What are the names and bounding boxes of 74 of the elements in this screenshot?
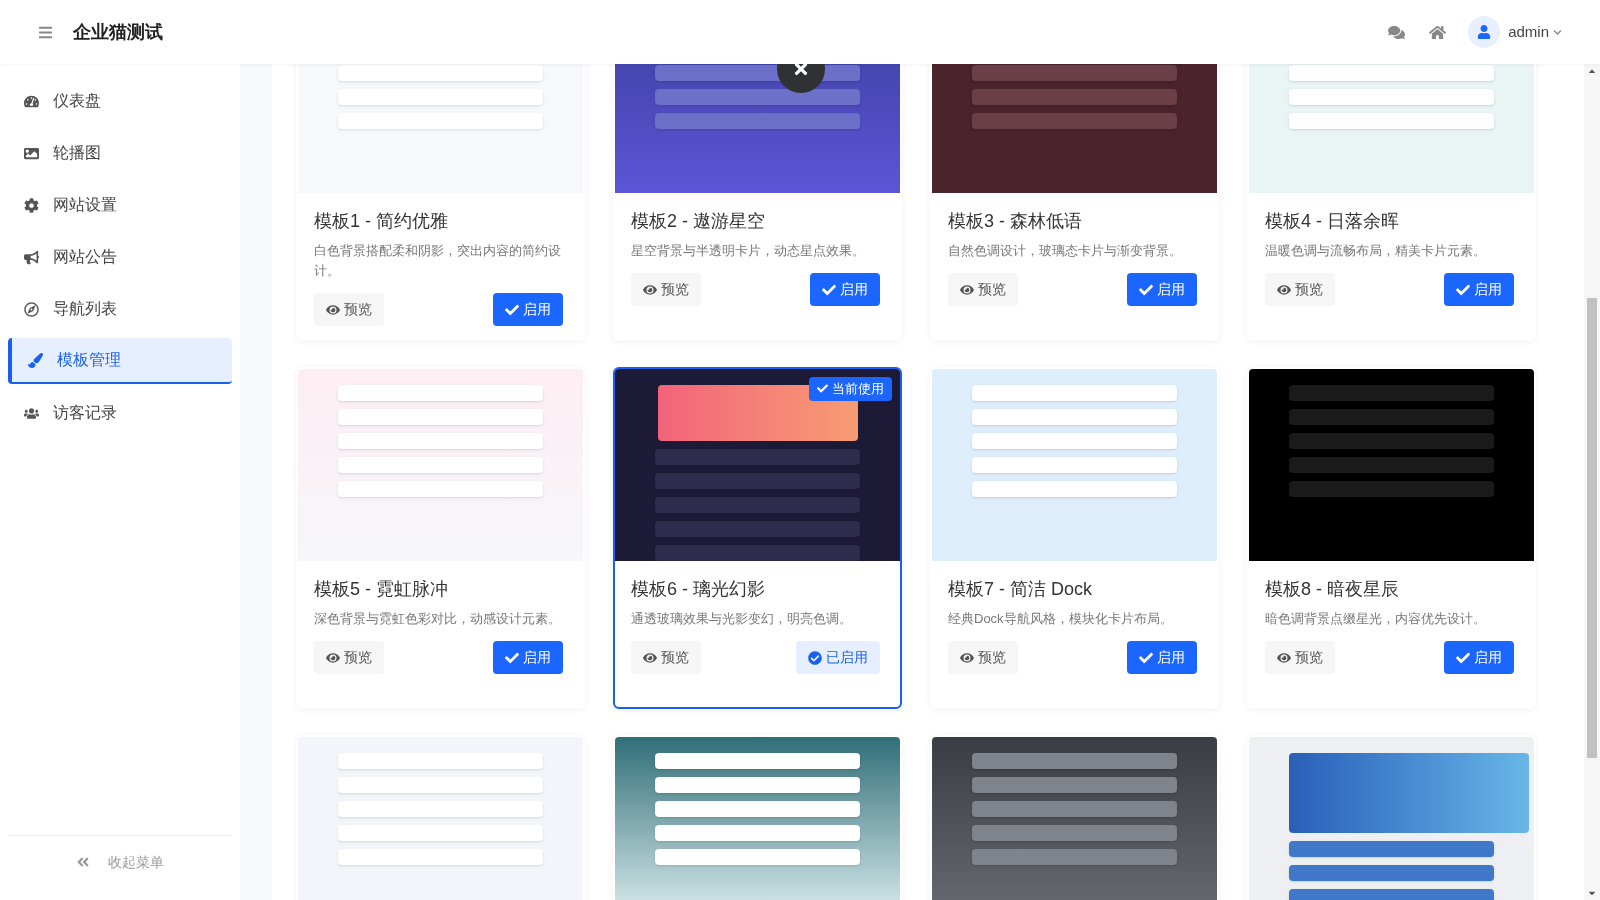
eye-icon: [643, 282, 657, 297]
preview-button[interactable]: 预览: [314, 641, 384, 674]
template-title: 模板2 - 遨游星空: [631, 210, 766, 233]
dashboard-icon: [24, 93, 39, 109]
preview-button[interactable]: 预览: [1265, 273, 1335, 306]
site-title: 企业猫测试: [73, 20, 163, 44]
template-title: 模板1 - 简约优雅: [314, 210, 449, 233]
image-icon: [24, 145, 39, 161]
template-description: 温暖色调与流畅布局，精美卡片元素。: [1265, 242, 1487, 260]
eye-icon: [960, 650, 974, 665]
sidebar-item[interactable]: 模板管理: [8, 338, 232, 384]
eye-icon: [960, 282, 974, 297]
megaphone-icon: [24, 249, 39, 265]
chat-icon[interactable]: [1388, 23, 1406, 41]
sidebar-item[interactable]: 访客记录: [8, 390, 232, 436]
scrollbar[interactable]: [1584, 64, 1600, 900]
enable-button[interactable]: 启用: [1127, 273, 1197, 306]
sidebar-item[interactable]: 仪表盘: [8, 78, 232, 124]
scrollbar-thumb[interactable]: [1587, 298, 1597, 758]
sidebar-item[interactable]: 网站设置: [8, 182, 232, 228]
template-title: 模板8 - 暗夜星辰: [1265, 578, 1400, 601]
template-description: 白色背景搭配柔和阴影，突出内容的简约设计。: [314, 242, 562, 280]
chevron-down-icon[interactable]: [1553, 27, 1562, 37]
enable-button[interactable]: 启用: [493, 293, 563, 326]
sidebar-item[interactable]: 轮播图: [8, 130, 232, 176]
template-title: 模板5 - 霓虹脉冲: [314, 578, 449, 601]
template-description: 通透玻璃效果与光影变幻，明亮色调。: [631, 610, 853, 628]
eye-icon: [326, 650, 340, 665]
eye-icon: [326, 302, 340, 317]
check-icon: [505, 650, 519, 665]
sidebar-item[interactable]: 导航列表: [8, 286, 232, 332]
brush-icon: [28, 352, 43, 368]
template-description: 深色背景与霓虹色彩对比，动感设计元素。: [314, 610, 562, 628]
preview-button[interactable]: 预览: [631, 641, 701, 674]
avatar[interactable]: [1468, 16, 1501, 48]
user-name[interactable]: admin: [1508, 20, 1549, 44]
sidebar-item[interactable]: 网站公告: [8, 234, 232, 280]
preview-button[interactable]: 预览: [631, 273, 701, 306]
home-icon[interactable]: [1429, 23, 1447, 41]
enable-button[interactable]: 启用: [1127, 641, 1197, 674]
template-description: 经典Dock导航风格，模块化卡片布局。: [948, 610, 1174, 628]
eye-icon: [643, 650, 657, 665]
preview-button[interactable]: 预览: [948, 641, 1018, 674]
check-icon: [817, 383, 828, 395]
enable-button[interactable]: 启用: [493, 641, 563, 674]
check-icon: [1139, 650, 1153, 665]
compass-icon: [24, 301, 39, 317]
gear-icon: [24, 197, 39, 213]
template-description: 自然色调设计，玻璃态卡片与渐变背景。: [948, 242, 1183, 260]
enable-button[interactable]: 启用: [810, 273, 880, 306]
eye-icon: [1277, 282, 1291, 297]
users-icon: [24, 405, 39, 421]
template-description: 暗色调背景点缀星光，内容优先设计。: [1265, 610, 1487, 628]
template-title: 模板4 - 日落余晖: [1265, 210, 1400, 233]
menu-icon[interactable]: [38, 24, 53, 40]
eye-icon: [1277, 650, 1291, 665]
check-icon: [1456, 282, 1470, 297]
check-icon: [822, 282, 836, 297]
enable-button[interactable]: 启用: [1444, 273, 1514, 306]
preview-button[interactable]: 预览: [948, 273, 1018, 306]
check-icon: [1456, 650, 1470, 665]
check-icon: [1139, 282, 1153, 297]
check-icon: [505, 302, 519, 317]
template-title: 模板3 - 森林低语: [948, 210, 1083, 233]
preview-button[interactable]: 预览: [314, 293, 384, 326]
double-chevron-left-icon: [76, 855, 90, 869]
enabled-button[interactable]: 已启用: [796, 641, 880, 674]
template-title: 模板7 - 简洁 Dock: [948, 578, 1094, 601]
current-badge: 当前使用: [809, 377, 892, 401]
enable-button[interactable]: 启用: [1444, 641, 1514, 674]
user-icon: [1477, 25, 1492, 39]
template-description: 星空背景与半透明卡片，动态星点效果。: [631, 242, 866, 260]
template-title: 模板6 - 璃光幻影: [631, 578, 766, 601]
preview-button[interactable]: 预览: [1265, 641, 1335, 674]
